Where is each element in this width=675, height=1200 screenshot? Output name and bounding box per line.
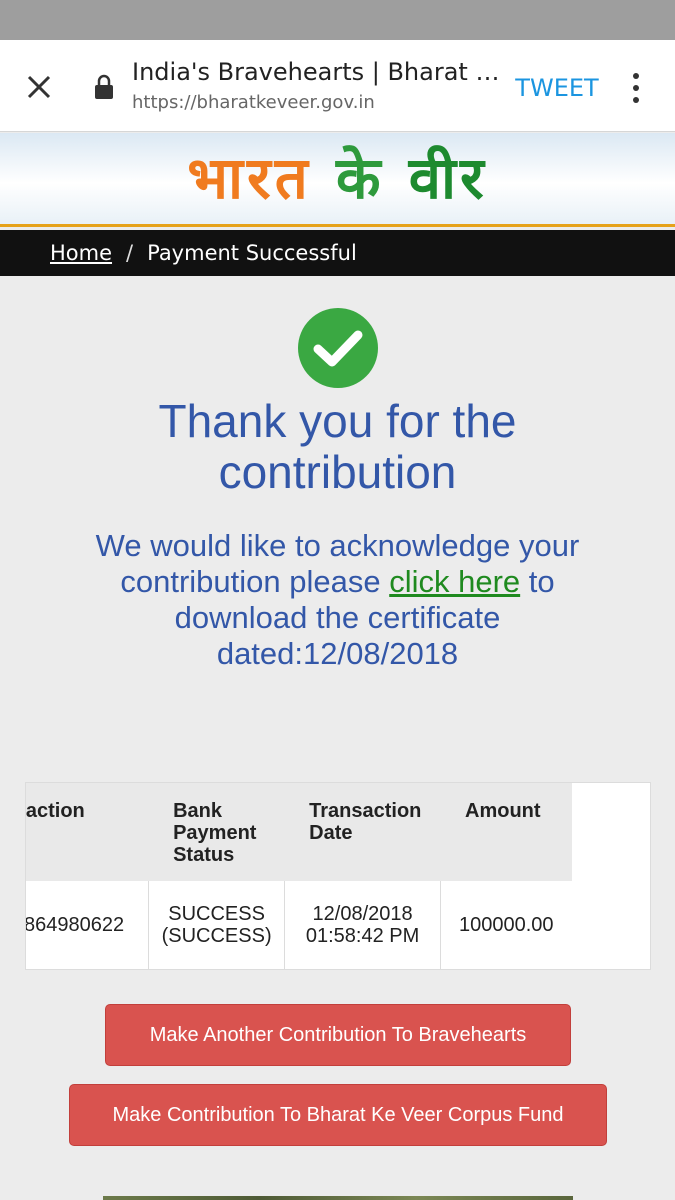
cell-amount: 100000.00 bbox=[440, 881, 572, 969]
status-bar bbox=[0, 0, 675, 40]
site-banner: भारत के वीर bbox=[0, 133, 675, 227]
menu-dot bbox=[633, 85, 639, 91]
page-title: India's Bravehearts | Bharat K... bbox=[132, 58, 502, 86]
bottom-image bbox=[103, 1196, 573, 1200]
thank-you-heading: Thank you for the contribution bbox=[158, 395, 517, 498]
banner-word-1: भारत bbox=[187, 144, 312, 212]
transaction-table-container[interactable]: Transaction Bank Payment Status Transact… bbox=[25, 782, 651, 970]
acknowledgement-text: We would like to acknowledge your contri… bbox=[50, 528, 625, 672]
menu-dot bbox=[633, 97, 639, 103]
browser-toolbar: India's Bravehearts | Bharat K... https:… bbox=[0, 40, 675, 132]
check-circle-icon bbox=[298, 308, 378, 388]
cell-transaction-date: 12/08/2018 01:58:42 PM bbox=[284, 881, 441, 969]
cell-transaction-id: 9864980622 bbox=[26, 881, 149, 969]
table-row: 9864980622 SUCCESS (SUCCESS) 12/08/2018 … bbox=[26, 881, 572, 969]
banner-word-2: के bbox=[336, 144, 385, 212]
breadcrumb: Home / Payment Successful bbox=[0, 230, 675, 276]
menu-dot bbox=[633, 73, 639, 79]
table-header-row: Transaction Bank Payment Status Transact… bbox=[26, 783, 572, 881]
breadcrumb-separator: / bbox=[126, 241, 134, 265]
col-header-bank-status: Bank Payment Status bbox=[148, 783, 286, 881]
close-button[interactable] bbox=[18, 66, 60, 108]
another-contribution-button[interactable]: Make Another Contribution To Bravehearts bbox=[105, 1004, 571, 1066]
more-menu-button[interactable] bbox=[622, 68, 650, 108]
transaction-table: Transaction Bank Payment Status Transact… bbox=[26, 783, 572, 969]
corpus-fund-button[interactable]: Make Contribution To Bharat Ke Veer Corp… bbox=[69, 1084, 607, 1146]
page-url[interactable]: https://bharatkeveer.gov.in bbox=[132, 92, 375, 113]
site-logo-text[interactable]: भारत के वीर bbox=[0, 143, 675, 213]
lock-icon bbox=[95, 74, 113, 99]
breadcrumb-home-link[interactable]: Home bbox=[50, 241, 112, 265]
checkmark-icon bbox=[313, 330, 363, 367]
banner-word-3: वीर bbox=[408, 144, 488, 212]
breadcrumb-current: Payment Successful bbox=[147, 241, 357, 265]
col-header-transaction: Transaction bbox=[26, 783, 150, 881]
col-header-date: Transaction Date bbox=[284, 783, 442, 881]
close-icon bbox=[27, 75, 51, 99]
cell-bank-status: SUCCESS (SUCCESS) bbox=[148, 881, 285, 969]
download-certificate-link[interactable]: click here bbox=[389, 564, 520, 599]
col-header-amount: Amount bbox=[440, 783, 572, 881]
tweet-button[interactable]: TWEET bbox=[512, 70, 602, 106]
